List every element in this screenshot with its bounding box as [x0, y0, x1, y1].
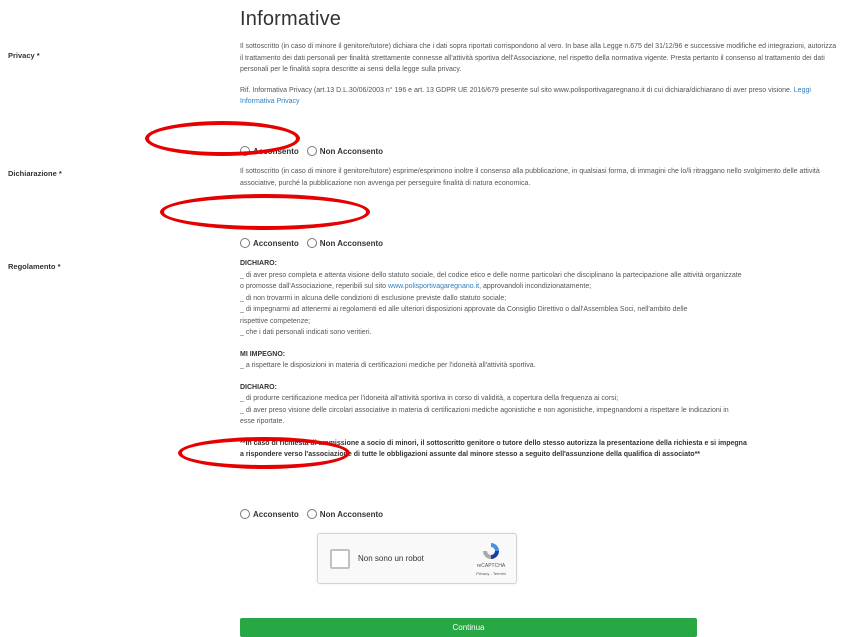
- option-label: Acconsento: [253, 509, 299, 519]
- radio-icon[interactable]: [240, 509, 250, 519]
- regolamento-line: _ di produrre certificazione medica per …: [240, 395, 619, 402]
- regolamento-label: Regolamento *: [8, 262, 61, 271]
- regolamento-line-text: o promosse dall'Associazione, reperibili…: [240, 283, 389, 290]
- regolamento-line-text: , approvandoli incondizionatamente;: [479, 283, 592, 290]
- privacy-consent-no[interactable]: Non Acconsento: [306, 146, 384, 156]
- recaptcha-brand: reCAPTCHA: [476, 563, 506, 569]
- annotation-circle: [145, 121, 300, 156]
- regolamento-text: DICHIARO: _ di aver preso completa e att…: [240, 258, 844, 461]
- website-link[interactable]: www.polisportivagaregnano.it: [388, 283, 479, 290]
- recaptcha-label: Non sono un robot: [358, 554, 424, 563]
- radio-icon[interactable]: [240, 238, 250, 248]
- regolamento-line: _ di impegnarmi ad attenermi ai regolame…: [240, 306, 688, 313]
- radio-icon[interactable]: [306, 509, 317, 519]
- page-title: Informative: [240, 8, 342, 30]
- option-label: Non Acconsento: [319, 238, 384, 248]
- regolamento-line: esse riportate.: [240, 418, 285, 425]
- regolamento-line: rispettive competenze;: [240, 317, 311, 325]
- option-label: Non Acconsento: [319, 509, 384, 519]
- annotation-circle: [178, 437, 350, 469]
- regolamento-consent-yes[interactable]: Acconsento: [240, 509, 299, 519]
- option-label: Non Acconsento: [319, 146, 384, 156]
- privacy-paragraph: Il sottoscritto (in caso di minore il ge…: [240, 43, 837, 73]
- radio-icon[interactable]: [306, 146, 317, 156]
- recaptcha-widget: Non sono un robot reCAPTCHA Privacy - Te…: [317, 533, 517, 584]
- dichiarazione-paragraph: Il sottoscritto (in caso di minore il ge…: [240, 168, 820, 187]
- regolamento-line: _ che i dati personali indicati sono ver…: [240, 329, 372, 336]
- annotation-circle: [160, 194, 370, 230]
- privacy-text: Il sottoscritto (in caso di minore il ge…: [240, 41, 840, 108]
- recaptcha-links[interactable]: Privacy - Termini: [468, 571, 514, 576]
- dichiarazione-consent-yes[interactable]: Acconsento: [240, 238, 299, 248]
- regolamento-line: _ di aver preso completa e attenta visio…: [240, 271, 742, 279]
- option-label: Acconsento: [253, 238, 299, 248]
- privacy-label: Privacy *: [8, 51, 40, 60]
- dichiarazione-text: Il sottoscritto (in caso di minore il ge…: [240, 166, 840, 189]
- privacy-reference: Rif. Informativa Privacy (art.13 D.L.30/…: [240, 85, 840, 108]
- recaptcha-logo-icon: [483, 543, 499, 559]
- radio-icon[interactable]: [306, 238, 317, 248]
- recaptcha-checkbox[interactable]: [330, 549, 350, 569]
- section-heading: MI IMPEGNO:: [240, 350, 286, 358]
- regolamento-line: _ di non trovarmi in alcuna delle condiz…: [240, 294, 507, 302]
- regolamento-line: _ a rispettare le disposizioni in materi…: [240, 362, 536, 369]
- regolamento-line: o promosse dall'Associazione, reperibili…: [240, 281, 844, 293]
- section-heading: DICHIARO:: [240, 383, 277, 391]
- continue-button[interactable]: Continua: [240, 618, 697, 637]
- dichiarazione-consent-no[interactable]: Non Acconsento: [306, 238, 384, 248]
- regolamento-consent-no[interactable]: Non Acconsento: [306, 509, 384, 519]
- regolamento-consent-group: Acconsento Non Acconsento: [240, 509, 391, 519]
- dichiarazione-label: Dichiarazione *: [8, 169, 62, 178]
- dichiarazione-consent-group: Acconsento Non Acconsento: [240, 238, 391, 248]
- privacy-reference-text: Rif. Informativa Privacy (art.13 D.L.30/…: [240, 86, 792, 94]
- section-heading: DICHIARO:: [240, 260, 277, 267]
- regolamento-line: _ di aver preso visione delle circolari …: [240, 406, 729, 414]
